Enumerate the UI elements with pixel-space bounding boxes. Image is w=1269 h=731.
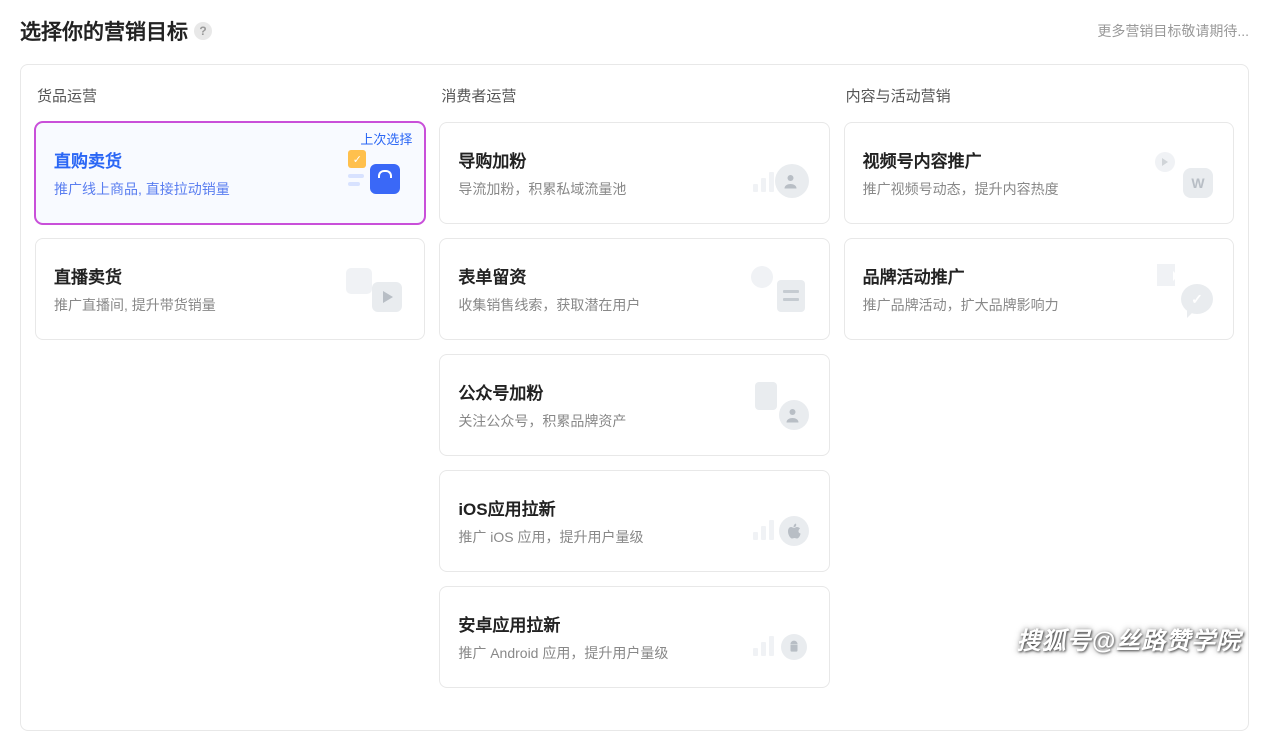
card-text: 视频号内容推广 推广视频号动态，提升内容热度: [863, 147, 1155, 200]
card-video-promo[interactable]: 视频号内容推广 推广视频号动态，提升内容热度 W: [844, 122, 1234, 224]
form-doc-icon: [751, 264, 811, 314]
card-text: 安卓应用拉新 推广 Android 应用，提升用户量级: [458, 611, 750, 664]
official-account-icon: [751, 380, 811, 430]
card-text: 公众号加粉 关注公众号，积累品牌资产: [458, 379, 750, 432]
card-title: iOS应用拉新: [458, 495, 750, 520]
card-live-sell[interactable]: 直播卖货 推广直播间, 提升带货销量: [35, 238, 425, 340]
card-text: 直购卖货 推广线上商品, 直接拉动销量: [54, 147, 346, 200]
column-goods: 货品运营 上次选择 直购卖货 推广线上商品, 直接拉动销量 ✓ 直播卖货 推广直…: [35, 85, 425, 702]
column-content: 内容与活动营销 视频号内容推广 推广视频号动态，提升内容热度 W 品牌活动推广 …: [844, 85, 1234, 702]
card-text: 品牌活动推广 推广品牌活动，扩大品牌影响力: [863, 263, 1155, 316]
card-title: 表单留资: [458, 263, 750, 288]
card-desc: 推广视频号动态，提升内容热度: [863, 180, 1155, 200]
columns-wrap: 货品运营 上次选择 直购卖货 推广线上商品, 直接拉动销量 ✓ 直播卖货 推广直…: [35, 85, 1234, 702]
live-play-icon: [346, 264, 406, 314]
column-title: 消费者运营: [439, 85, 829, 106]
card-desc: 推广品牌活动，扩大品牌影响力: [863, 296, 1155, 316]
card-desc: 推广 iOS 应用，提升用户量级: [458, 528, 750, 548]
card-desc: 导流加粉，积累私域流量池: [458, 180, 750, 200]
card-title: 公众号加粉: [458, 379, 750, 404]
column-title: 货品运营: [35, 85, 425, 106]
card-title: 品牌活动推广: [863, 263, 1155, 288]
header-note: 更多营销目标敬请期待...: [1097, 21, 1249, 41]
card-ios-acquire[interactable]: iOS应用拉新 推广 iOS 应用，提升用户量级: [439, 470, 829, 572]
card-title: 直播卖货: [54, 263, 346, 288]
header-title-wrap: 选择你的营销目标 ?: [20, 16, 212, 46]
android-icon: [751, 612, 811, 662]
apple-icon: [751, 496, 811, 546]
card-desc: 收集销售线索，获取潜在用户: [458, 296, 750, 316]
card-desc: 推广 Android 应用，提升用户量级: [458, 644, 750, 664]
card-text: 直播卖货 推广直播间, 提升带货销量: [54, 263, 346, 316]
card-desc: 关注公众号，积累品牌资产: [458, 412, 750, 432]
help-icon[interactable]: ?: [194, 22, 212, 40]
column-title: 内容与活动营销: [844, 85, 1234, 106]
card-title: 导购加粉: [458, 147, 750, 172]
card-text: iOS应用拉新 推广 iOS 应用，提升用户量级: [458, 495, 750, 548]
card-form-lead[interactable]: 表单留资 收集销售线索，获取潜在用户: [439, 238, 829, 340]
column-consumer: 消费者运营 导购加粉 导流加粉，积累私域流量池 表单留资 收集销售线索，获取潜在…: [439, 85, 829, 702]
card-title: 直购卖货: [54, 147, 346, 172]
card-direct-purchase[interactable]: 上次选择 直购卖货 推广线上商品, 直接拉动销量 ✓: [35, 122, 425, 224]
card-desc: 推广直播间, 提升带货销量: [54, 296, 346, 316]
card-title: 安卓应用拉新: [458, 611, 750, 636]
person-plus-icon: [751, 148, 811, 198]
page-header: 选择你的营销目标 ? 更多营销目标敬请期待...: [0, 0, 1269, 56]
page-title: 选择你的营销目标: [20, 16, 188, 46]
shopping-bag-icon: ✓: [346, 148, 406, 198]
card-title: 视频号内容推广: [863, 147, 1155, 172]
watermark: 搜狐号@丝路赞学院: [1017, 621, 1241, 656]
last-selected-badge: 上次选择: [360, 129, 412, 148]
card-android-acquire[interactable]: 安卓应用拉新 推广 Android 应用，提升用户量级: [439, 586, 829, 688]
card-text: 导购加粉 导流加粉，积累私域流量池: [458, 147, 750, 200]
card-desc: 推广线上商品, 直接拉动销量: [54, 180, 346, 200]
card-official-fan[interactable]: 公众号加粉 关注公众号，积累品牌资产: [439, 354, 829, 456]
brand-speech-icon: [1155, 264, 1215, 314]
card-brand-activity[interactable]: 品牌活动推广 推广品牌活动，扩大品牌影响力: [844, 238, 1234, 340]
card-text: 表单留资 收集销售线索，获取潜在用户: [458, 263, 750, 316]
card-guide-fan[interactable]: 导购加粉 导流加粉，积累私域流量池: [439, 122, 829, 224]
video-channel-icon: W: [1155, 148, 1215, 198]
